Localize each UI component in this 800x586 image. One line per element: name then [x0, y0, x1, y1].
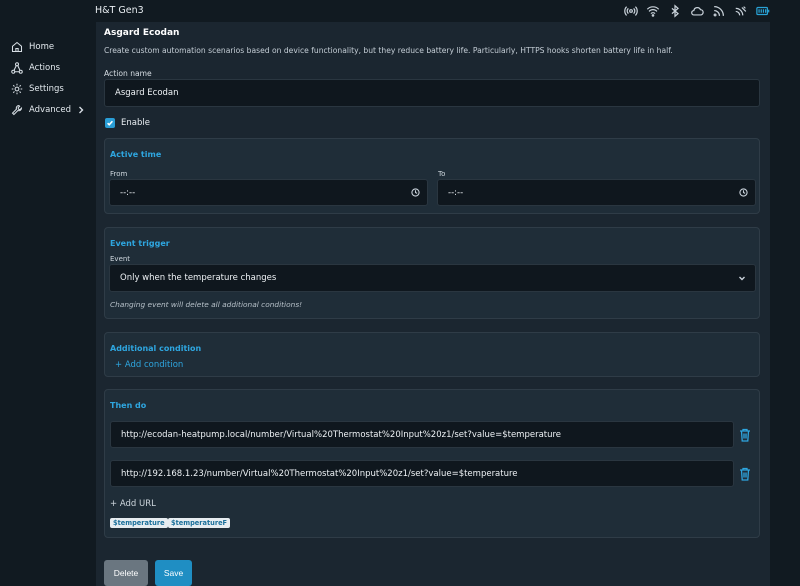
- chevron-down-icon: [738, 274, 746, 282]
- home-icon: [11, 41, 23, 52]
- event-hint: Changing event will delete all additiona…: [110, 300, 303, 309]
- cloud-icon: [690, 4, 704, 18]
- sidebar-item-home[interactable]: Home: [0, 36, 92, 57]
- actions-icon: [11, 61, 23, 74]
- to-time-input[interactable]: --:--: [437, 179, 756, 206]
- sidebar-item-advanced[interactable]: Advanced: [0, 99, 92, 120]
- then-do-panel: Then do http://ecodan-heatpump.local/num…: [104, 389, 760, 538]
- broadcast-icon: [624, 4, 638, 18]
- sidebar: Home Actions Settings Advanced: [0, 36, 92, 120]
- status-icons: [624, 4, 770, 18]
- sidebar-item-actions[interactable]: Actions: [0, 57, 92, 78]
- bluetooth-icon: [668, 4, 682, 18]
- action-name-label: Action name: [104, 69, 152, 78]
- trash-icon[interactable]: [739, 467, 751, 481]
- page-description: Create custom automation scenarios based…: [104, 46, 673, 55]
- then-do-title: Then do: [110, 401, 147, 410]
- trash-icon[interactable]: [739, 428, 751, 442]
- to-time-value: --:--: [448, 187, 464, 198]
- wrench-icon: [11, 104, 23, 115]
- url-input[interactable]: http://192.168.1.23/number/Virtual%20The…: [110, 460, 734, 487]
- main-content: Asgard Ecodan Create custom automation s…: [96, 22, 770, 586]
- url-input[interactable]: http://ecodan-heatpump.local/number/Virt…: [110, 421, 734, 448]
- rss-icon: [712, 4, 726, 18]
- active-time-panel: Active time From --:-- To --:--: [104, 138, 760, 214]
- to-label: To: [438, 170, 446, 178]
- clock-icon[interactable]: [739, 188, 748, 197]
- chevron-right-icon: [79, 106, 84, 113]
- delete-button[interactable]: Delete: [104, 560, 148, 586]
- enable-label: Enable: [121, 118, 150, 128]
- clock-icon[interactable]: [411, 188, 420, 197]
- sidebar-item-label: Home: [29, 41, 55, 52]
- event-label: Event: [110, 255, 131, 263]
- variable-tag[interactable]: $temperature: [110, 518, 168, 528]
- from-time-input[interactable]: --:--: [109, 179, 428, 206]
- save-button[interactable]: Save: [155, 560, 192, 586]
- additional-condition-panel: Additional condition + Add condition: [104, 332, 760, 377]
- enable-checkbox[interactable]: [105, 118, 115, 128]
- additional-condition-title: Additional condition: [110, 344, 202, 353]
- from-label: From: [110, 170, 128, 178]
- event-select[interactable]: Only when the temperature changes: [109, 264, 756, 292]
- variable-tag[interactable]: $temperatureF: [168, 518, 231, 528]
- sidebar-item-label: Actions: [29, 62, 61, 73]
- gear-icon: [11, 83, 23, 94]
- event-trigger-panel: Event trigger Event Only when the temper…: [104, 227, 760, 319]
- wifi-icon: [646, 4, 660, 18]
- signal-icon: [734, 4, 748, 18]
- battery-icon: [756, 4, 770, 18]
- page-title: Asgard Ecodan: [104, 28, 180, 38]
- sidebar-item-label: Advanced: [29, 104, 71, 115]
- event-trigger-title: Event trigger: [110, 239, 170, 248]
- add-condition-button[interactable]: + Add condition: [115, 360, 183, 370]
- action-name-field[interactable]: Asgard Ecodan: [104, 79, 760, 107]
- active-time-title: Active time: [110, 150, 162, 159]
- top-bar: H&T Gen3: [0, 0, 800, 22]
- app-title: H&T Gen3: [95, 5, 144, 16]
- check-icon: [107, 120, 113, 126]
- event-select-value: Only when the temperature changes: [120, 273, 277, 283]
- sidebar-item-label: Settings: [29, 83, 64, 94]
- sidebar-item-settings[interactable]: Settings: [0, 78, 92, 99]
- add-url-button[interactable]: + Add URL: [110, 499, 156, 509]
- from-time-value: --:--: [120, 187, 136, 198]
